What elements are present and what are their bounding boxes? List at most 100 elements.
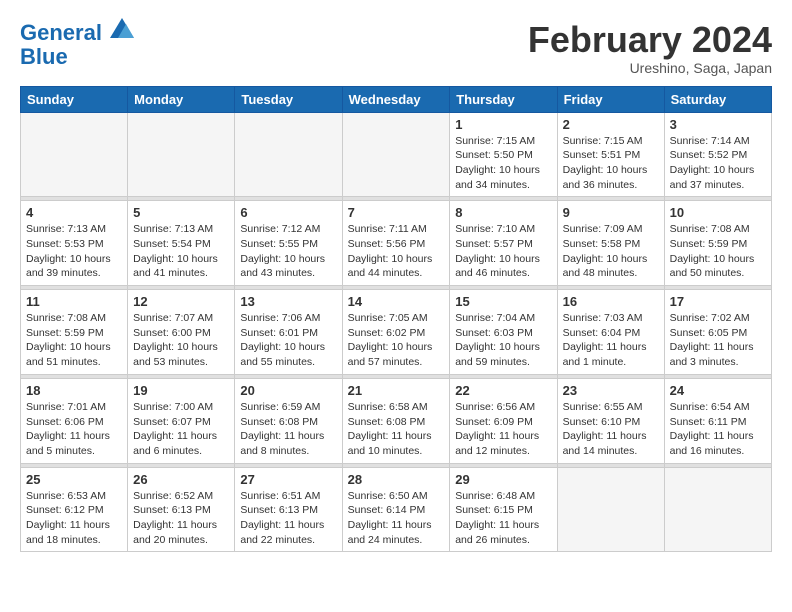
day-info: Sunrise: 6:48 AMSunset: 6:15 PMDaylight:… (455, 489, 551, 548)
day-number: 10 (670, 205, 766, 220)
day-number: 22 (455, 383, 551, 398)
day-info: Sunrise: 7:00 AMSunset: 6:07 PMDaylight:… (133, 400, 229, 459)
day-info: Sunrise: 7:11 AMSunset: 5:56 PMDaylight:… (348, 222, 445, 281)
table-row: 7Sunrise: 7:11 AMSunset: 5:56 PMDaylight… (342, 201, 450, 286)
header-tuesday: Tuesday (235, 86, 342, 112)
day-info: Sunrise: 6:55 AMSunset: 6:10 PMDaylight:… (563, 400, 659, 459)
day-info: Sunrise: 7:12 AMSunset: 5:55 PMDaylight:… (240, 222, 336, 281)
day-info: Sunrise: 6:58 AMSunset: 6:08 PMDaylight:… (348, 400, 445, 459)
logo-line2: Blue (20, 44, 68, 69)
day-info: Sunrise: 7:02 AMSunset: 6:05 PMDaylight:… (670, 311, 766, 370)
table-row (128, 112, 235, 197)
week-row-1: 4Sunrise: 7:13 AMSunset: 5:53 PMDaylight… (21, 201, 772, 286)
table-row (557, 467, 664, 552)
table-row: 16 Sunrise: 7:03 AMSunset: 6:04 PMDayligh… (557, 290, 664, 375)
day-info: Sunrise: 6:51 AMSunset: 6:13 PMDaylight:… (240, 489, 336, 548)
day-number: 16 (563, 294, 659, 309)
day-info: Sunrise: 7:15 AMSunset: 5:50 PMDaylight:… (455, 134, 551, 193)
table-row: 26Sunrise: 6:52 AMSunset: 6:13 PMDayligh… (128, 467, 235, 552)
day-number: 13 (240, 294, 336, 309)
logo-text: General Blue (20, 20, 134, 69)
day-info: Sunrise: 6:56 AMSunset: 6:09 PMDaylight:… (455, 400, 551, 459)
table-row: 6 Sunrise: 7:12 AMSunset: 5:55 PMDaylight… (235, 201, 342, 286)
table-row: 18Sunrise: 7:01 AMSunset: 6:06 PMDayligh… (21, 378, 128, 463)
day-number: 20 (240, 383, 336, 398)
table-row: 8Sunrise: 7:10 AMSunset: 5:57 PMDaylight… (450, 201, 557, 286)
table-row: 25Sunrise: 6:53 AMSunset: 6:12 PMDayligh… (21, 467, 128, 552)
day-number: 29 (455, 472, 551, 487)
table-row: 24 Sunrise: 6:54 AMSunset: 6:11 PMDayligh… (664, 378, 771, 463)
day-number: 12 (133, 294, 229, 309)
day-info: Sunrise: 7:15 AMSunset: 5:51 PMDaylight:… (563, 134, 659, 193)
table-row (21, 112, 128, 197)
week-row-0: 1 Sunrise: 7:15 AMSunset: 5:50 PMDaylight… (21, 112, 772, 197)
day-number: 8 (455, 205, 551, 220)
day-info: Sunrise: 7:05 AMSunset: 6:02 PMDaylight:… (348, 311, 445, 370)
title-block: February 2024 Ureshino, Saga, Japan (528, 20, 772, 76)
table-row: 17 Sunrise: 7:02 AMSunset: 6:05 PMDayligh… (664, 290, 771, 375)
table-row (342, 112, 450, 197)
day-number: 21 (348, 383, 445, 398)
table-row: 19 Sunrise: 7:00 AMSunset: 6:07 PMDayligh… (128, 378, 235, 463)
table-row: 15 Sunrise: 7:04 AMSunset: 6:03 PMDayligh… (450, 290, 557, 375)
table-row: 5 Sunrise: 7:13 AMSunset: 5:54 PMDaylight… (128, 201, 235, 286)
table-row (664, 467, 771, 552)
table-row: 4Sunrise: 7:13 AMSunset: 5:53 PMDaylight… (21, 201, 128, 286)
day-number: 2 (563, 117, 659, 132)
table-row: 23Sunrise: 6:55 AMSunset: 6:10 PMDayligh… (557, 378, 664, 463)
day-number: 17 (670, 294, 766, 309)
day-info: Sunrise: 7:07 AMSunset: 6:00 PMDaylight:… (133, 311, 229, 370)
week-row-4: 25Sunrise: 6:53 AMSunset: 6:12 PMDayligh… (21, 467, 772, 552)
day-number: 24 (670, 383, 766, 398)
day-number: 15 (455, 294, 551, 309)
day-number: 18 (26, 383, 122, 398)
table-row: 21 Sunrise: 6:58 AMSunset: 6:08 PMDayligh… (342, 378, 450, 463)
day-info: Sunrise: 7:08 AMSunset: 5:59 PMDaylight:… (26, 311, 122, 370)
week-row-2: 11 Sunrise: 7:08 AMSunset: 5:59 PMDayligh… (21, 290, 772, 375)
header-monday: Monday (128, 86, 235, 112)
day-number: 14 (348, 294, 445, 309)
table-row: 20 Sunrise: 6:59 AMSunset: 6:08 PMDayligh… (235, 378, 342, 463)
header-thursday: Thursday (450, 86, 557, 112)
day-number: 5 (133, 205, 229, 220)
table-row: 29 Sunrise: 6:48 AMSunset: 6:15 PMDayligh… (450, 467, 557, 552)
day-info: Sunrise: 7:06 AMSunset: 6:01 PMDaylight:… (240, 311, 336, 370)
table-row: 9 Sunrise: 7:09 AMSunset: 5:58 PMDaylight… (557, 201, 664, 286)
day-info: Sunrise: 7:14 AMSunset: 5:52 PMDaylight:… (670, 134, 766, 193)
table-row: 3 Sunrise: 7:14 AMSunset: 5:52 PMDaylight… (664, 112, 771, 197)
week-row-3: 18Sunrise: 7:01 AMSunset: 6:06 PMDayligh… (21, 378, 772, 463)
day-info: Sunrise: 7:03 AMSunset: 6:04 PMDaylight:… (563, 311, 659, 370)
header-wednesday: Wednesday (342, 86, 450, 112)
day-info: Sunrise: 7:04 AMSunset: 6:03 PMDaylight:… (455, 311, 551, 370)
header-sunday: Sunday (21, 86, 128, 112)
calendar-title: February 2024 (528, 20, 772, 60)
logo-line1: General (20, 20, 102, 45)
table-row: 1 Sunrise: 7:15 AMSunset: 5:50 PMDaylight… (450, 112, 557, 197)
table-row (235, 112, 342, 197)
day-number: 19 (133, 383, 229, 398)
day-info: Sunrise: 7:13 AMSunset: 5:54 PMDaylight:… (133, 222, 229, 281)
day-number: 11 (26, 294, 122, 309)
logo: General Blue (20, 20, 134, 69)
day-info: Sunrise: 7:08 AMSunset: 5:59 PMDaylight:… (670, 222, 766, 281)
day-info: Sunrise: 7:13 AMSunset: 5:53 PMDaylight:… (26, 222, 122, 281)
calendar-table: Sunday Monday Tuesday Wednesday Thursday… (20, 86, 772, 553)
table-row: 10 Sunrise: 7:08 AMSunset: 5:59 PMDayligh… (664, 201, 771, 286)
header-saturday: Saturday (664, 86, 771, 112)
day-number: 3 (670, 117, 766, 132)
table-row: 27Sunrise: 6:51 AMSunset: 6:13 PMDayligh… (235, 467, 342, 552)
day-number: 1 (455, 117, 551, 132)
table-row: 2 Sunrise: 7:15 AMSunset: 5:51 PMDaylight… (557, 112, 664, 197)
day-number: 26 (133, 472, 229, 487)
calendar-subtitle: Ureshino, Saga, Japan (528, 60, 772, 76)
day-info: Sunrise: 6:59 AMSunset: 6:08 PMDaylight:… (240, 400, 336, 459)
weekday-header-row: Sunday Monday Tuesday Wednesday Thursday… (21, 86, 772, 112)
table-row: 14 Sunrise: 7:05 AMSunset: 6:02 PMDayligh… (342, 290, 450, 375)
day-info: Sunrise: 6:54 AMSunset: 6:11 PMDaylight:… (670, 400, 766, 459)
day-info: Sunrise: 6:53 AMSunset: 6:12 PMDaylight:… (26, 489, 122, 548)
day-number: 6 (240, 205, 336, 220)
day-info: Sunrise: 6:50 AMSunset: 6:14 PMDaylight:… (348, 489, 445, 548)
header-friday: Friday (557, 86, 664, 112)
day-info: Sunrise: 7:09 AMSunset: 5:58 PMDaylight:… (563, 222, 659, 281)
day-number: 9 (563, 205, 659, 220)
